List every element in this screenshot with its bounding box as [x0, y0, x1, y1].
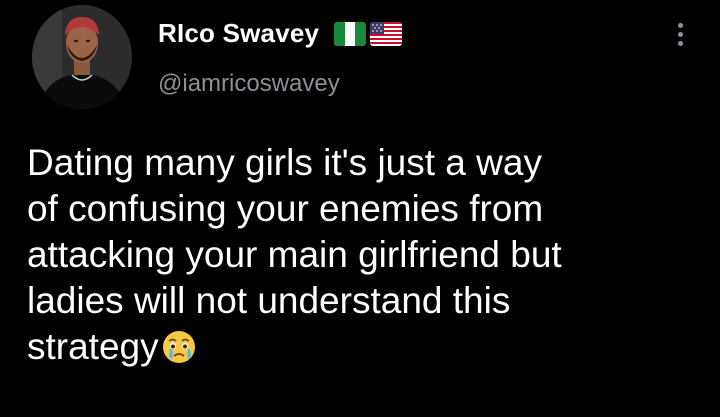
tweet-text-line: ladies will not understand this [27, 280, 511, 321]
tweet-text: Dating many girls it's just a way of con… [27, 140, 707, 370]
more-options-button[interactable] [666, 14, 694, 54]
crying-face-emoji-icon [161, 329, 197, 365]
tweet-text-line: attacking your main girlfriend but [27, 234, 562, 275]
display-name[interactable]: RIco Swavey [158, 18, 319, 49]
usa-flag-icon [370, 22, 402, 46]
user-handle[interactable]: @iamricoswavey [158, 70, 340, 98]
flag-emojis [334, 22, 402, 48]
tweet-text-line: Dating many girls it's just a way [27, 142, 542, 183]
tweet-text-last-line: strategy [27, 324, 707, 370]
tweet-text-line: strategy [27, 326, 159, 367]
more-vertical-icon [677, 22, 683, 28]
avatar[interactable] [32, 5, 132, 109]
tweet: RIco Swavey @iamricoswavey Dating many g… [0, 0, 720, 417]
nigeria-flag-icon [334, 22, 366, 46]
profile-photo [32, 5, 132, 109]
tweet-text-line: of confusing your enemies from [27, 188, 544, 229]
